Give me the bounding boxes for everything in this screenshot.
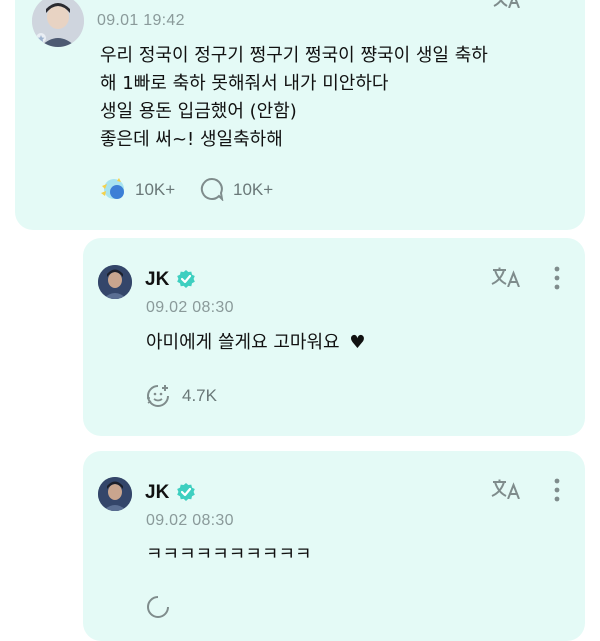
- reply-body: 아미에게 쓸게요 고마워요 ♥: [146, 329, 365, 357]
- reaction-icon[interactable]: [145, 594, 171, 624]
- reply-text: ㅋㅋㅋㅋㅋㅋㅋㅋㅋㅋ: [146, 544, 312, 565]
- avatar[interactable]: [98, 265, 132, 299]
- post-line: 우리 정국이 정구기 쩡구기 쩡국이 쨩국이 생일 축하: [100, 45, 488, 66]
- reply-text: 아미에게 쓸게요 고마워요: [146, 332, 340, 353]
- avatar[interactable]: [98, 477, 132, 511]
- verified-badge-icon: [176, 482, 196, 506]
- author-name[interactable]: JK: [145, 482, 169, 504]
- reply-card: JK 09.02 08:30 아미에게 쓸게요 고마워요 ♥ 4.7K: [83, 238, 585, 436]
- avatar[interactable]: [32, 0, 84, 47]
- post-card: 09.01 19:42 우리 정국이 정구기 쩡구기 쩡국이 쨩국이 생일 축하…: [15, 0, 585, 230]
- more-vertical-icon[interactable]: [553, 477, 561, 507]
- reaction-icon[interactable]: [99, 176, 127, 206]
- post-line: 생일 용돈 입금했어 (안함): [100, 101, 297, 122]
- post-timestamp: 09.01 19:42: [97, 12, 185, 29]
- verified-badge-icon: [176, 269, 196, 293]
- post-line: 해 1빠로 축하 못해줘서 내가 미안하다: [100, 73, 389, 94]
- reaction-count: 4.7K: [182, 386, 217, 405]
- post-timestamp: 09.02 08:30: [146, 512, 234, 529]
- post-line: 좋은데 써~! 생일축하해: [100, 129, 283, 150]
- reply-card: JK 09.02 08:30 ㅋㅋㅋㅋㅋㅋㅋㅋㅋㅋ: [83, 451, 585, 641]
- comment-count: 10K+: [233, 180, 274, 199]
- more-vertical-icon[interactable]: [553, 265, 561, 295]
- heart-icon: ♥: [349, 332, 366, 353]
- translate-icon[interactable]: [491, 267, 521, 291]
- reaction-icon[interactable]: [145, 383, 171, 413]
- comment-icon[interactable]: [200, 177, 224, 205]
- reaction-count: 10K+: [135, 180, 176, 199]
- translate-icon[interactable]: [491, 479, 521, 503]
- post-body: 우리 정국이 정구기 쩡구기 쩡국이 쨩국이 생일 축하 해 1빠로 축하 못해…: [100, 42, 580, 154]
- author-name[interactable]: JK: [145, 269, 169, 291]
- post-timestamp: 09.02 08:30: [146, 299, 234, 316]
- translate-icon[interactable]: [491, 0, 521, 12]
